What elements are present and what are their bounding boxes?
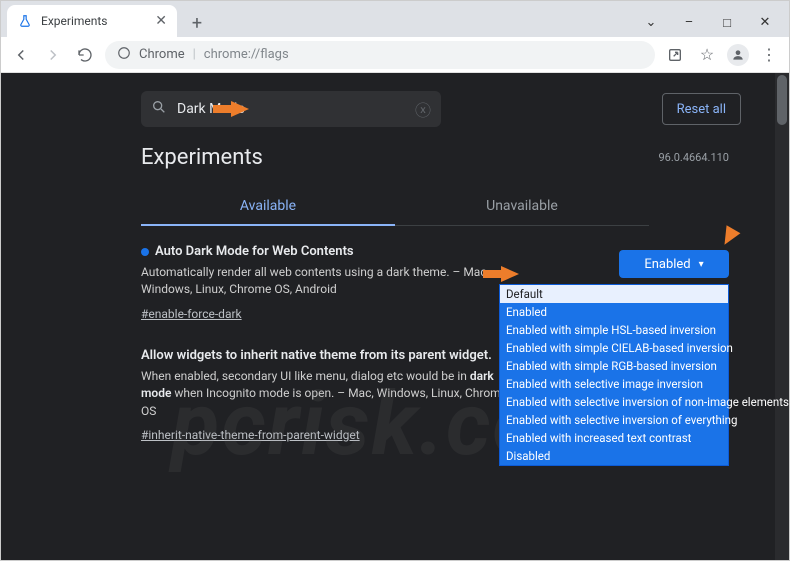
- tab-unavailable[interactable]: Unavailable: [395, 188, 649, 225]
- flag-anchor-link[interactable]: #enable-force-dark: [141, 307, 242, 321]
- dropdown-option[interactable]: Enabled with selective image inversion: [500, 375, 728, 393]
- dropdown-option[interactable]: Disabled: [500, 447, 728, 465]
- scroll-thumb[interactable]: [777, 75, 787, 125]
- menu-icon[interactable]: ⋮: [757, 43, 781, 67]
- new-tab-button[interactable]: +: [183, 9, 211, 37]
- chevron-down-icon: ▾: [699, 259, 704, 270]
- scrollbar[interactable]: [775, 73, 789, 560]
- bookmark-icon[interactable]: ☆: [695, 43, 719, 67]
- site-info-icon[interactable]: [117, 46, 131, 64]
- dropdown-option[interactable]: Enabled with simple CIELAB-based inversi…: [500, 339, 728, 357]
- address-bar[interactable]: Chrome | chrome://flags: [105, 41, 655, 69]
- browser-window: Experiments ✕ + ⌄ – □ ✕ Chrome | chrome:…: [0, 0, 790, 561]
- forward-button[interactable]: [41, 43, 65, 67]
- browser-toolbar: Chrome | chrome://flags ☆ ⋮: [1, 37, 789, 73]
- dropdown-option[interactable]: Default: [500, 285, 728, 303]
- tab-available[interactable]: Available: [141, 188, 395, 226]
- back-button[interactable]: [9, 43, 33, 67]
- dropdown-option[interactable]: Enabled with simple HSL-based inversion: [500, 321, 728, 339]
- browser-tab[interactable]: Experiments ✕: [7, 5, 177, 37]
- tab-close-icon[interactable]: ✕: [155, 13, 167, 29]
- dropdown-option[interactable]: Enabled with simple RGB-based inversion: [500, 357, 728, 375]
- flag-description: Automatically render all web contents us…: [141, 264, 521, 299]
- dropdown-option[interactable]: Enabled with selective inversion of ever…: [500, 411, 728, 429]
- search-value: Dark Mode: [177, 101, 405, 117]
- share-icon[interactable]: [663, 43, 687, 67]
- search-input[interactable]: Dark Mode ⓧ: [141, 91, 441, 127]
- dropdown-option[interactable]: Enabled: [500, 303, 728, 321]
- tabs: Available Unavailable: [141, 188, 649, 226]
- flag-item: Auto Dark Mode for Web Contents Automati…: [141, 244, 729, 322]
- modified-dot-icon: [141, 248, 149, 256]
- flask-icon: [17, 13, 33, 29]
- omnibox-chip: Chrome: [139, 47, 185, 62]
- window-controls: ⌄ – □ ✕: [641, 15, 789, 37]
- clear-search-icon[interactable]: ⓧ: [415, 97, 431, 121]
- flag-state-dropdown[interactable]: Default Enabled Enabled with simple HSL-…: [499, 284, 729, 466]
- reload-button[interactable]: [73, 43, 97, 67]
- flag-state-select[interactable]: Enabled ▾: [619, 250, 729, 278]
- flag-description: When enabled, secondary UI like menu, di…: [141, 368, 521, 420]
- omnibox-url: chrome://flags: [204, 47, 289, 62]
- flag-anchor-link[interactable]: #inherit-native-theme-from-parent-widget: [141, 428, 360, 442]
- search-icon: [151, 99, 167, 119]
- profile-avatar[interactable]: [727, 44, 749, 66]
- maximize-button[interactable]: □: [717, 15, 737, 31]
- reset-all-button[interactable]: Reset all: [662, 93, 741, 125]
- version-label: 96.0.4664.110: [658, 151, 729, 164]
- tab-title: Experiments: [41, 14, 108, 28]
- titlebar: Experiments ✕ + ⌄ – □ ✕: [1, 1, 789, 37]
- page-content: Dark Mode ⓧ Reset all Experiments 96.0.4…: [1, 73, 789, 560]
- minimize-button[interactable]: –: [679, 15, 699, 31]
- dropdown-option[interactable]: Enabled with increased text contrast: [500, 429, 728, 447]
- dropdown-option[interactable]: Enabled with selective inversion of non-…: [500, 393, 728, 411]
- close-window-button[interactable]: ✕: [755, 15, 775, 31]
- omnibox-separator: |: [193, 47, 196, 62]
- chevron-down-icon[interactable]: ⌄: [641, 15, 661, 31]
